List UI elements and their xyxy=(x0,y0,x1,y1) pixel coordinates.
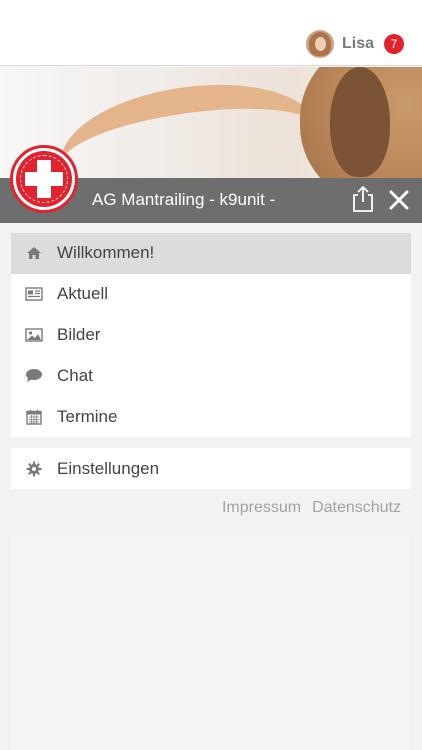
menu-item-chat[interactable]: Chat xyxy=(11,355,411,396)
group-logo xyxy=(10,145,78,213)
menu-item-label: Aktuell xyxy=(57,284,109,304)
user-profile[interactable]: Lisa 7 xyxy=(305,30,404,58)
share-button[interactable] xyxy=(350,184,376,214)
avatar-face xyxy=(314,37,326,51)
menu-item-bilder[interactable]: Bilder xyxy=(11,315,411,356)
menu-item-willkommen[interactable]: Willkommen! xyxy=(11,233,411,274)
home-icon xyxy=(25,244,43,262)
user-name[interactable]: Lisa xyxy=(342,35,374,53)
share-icon xyxy=(353,185,373,212)
notification-badge[interactable]: 7 xyxy=(384,34,404,54)
datenschutz-link[interactable]: Datenschutz xyxy=(312,499,401,517)
calendar-icon xyxy=(25,408,43,426)
settings-label: Einstellungen xyxy=(57,458,160,478)
menu-item-label: Termine xyxy=(57,406,118,426)
close-button[interactable] xyxy=(385,186,413,214)
menu-item-label: Willkommen! xyxy=(57,243,155,263)
group-title: AG Mantrailing - k9unit - xyxy=(92,190,276,209)
navigation-menu: Willkommen! Aktuell Bilder Chat Termine xyxy=(11,233,411,437)
gear-icon xyxy=(25,460,43,478)
dog-tail-shape xyxy=(52,69,328,178)
top-bar: Lisa 7 xyxy=(0,0,422,66)
newspaper-icon xyxy=(25,285,43,303)
footer-links: Impressum Datenschutz xyxy=(222,499,401,517)
menu-item-aktuell[interactable]: Aktuell xyxy=(11,274,411,315)
menu-item-einstellungen[interactable]: Einstellungen xyxy=(11,448,411,489)
image-icon xyxy=(25,326,43,344)
impressum-link[interactable]: Impressum xyxy=(222,499,301,517)
menu-item-label: Bilder xyxy=(57,324,101,344)
logo-cross-horizontal xyxy=(25,172,63,186)
chat-bubble-icon xyxy=(25,367,43,385)
avatar[interactable] xyxy=(305,30,334,58)
menu-item-termine[interactable]: Termine xyxy=(11,396,411,437)
close-icon xyxy=(389,190,409,210)
menu-item-label: Chat xyxy=(57,365,93,385)
content-area xyxy=(11,532,411,750)
dog-ear-shape xyxy=(330,67,390,177)
logo-emblem xyxy=(16,151,72,207)
